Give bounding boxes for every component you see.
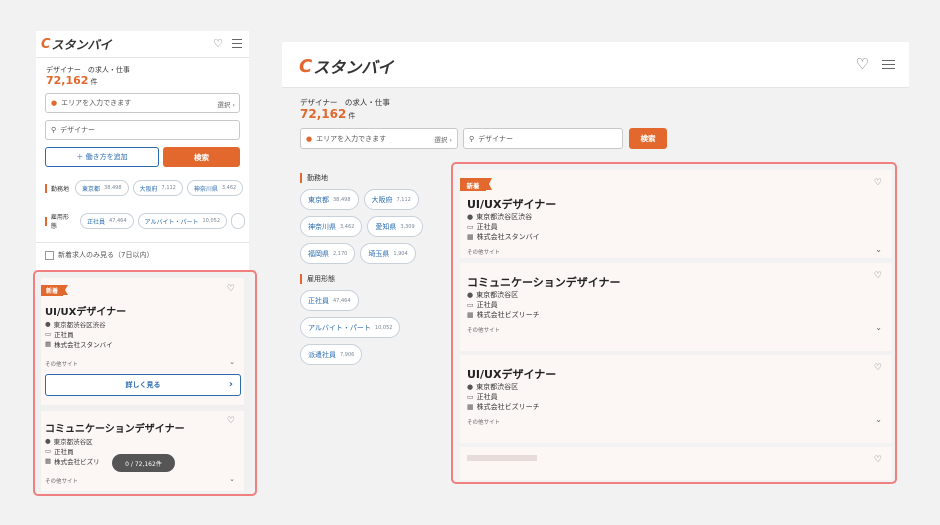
chip-fulltime[interactable]: 正社員 47,464: [300, 290, 359, 311]
logo[interactable]: C スタンバイ: [41, 36, 112, 53]
pin-icon: ●: [306, 134, 313, 143]
chip-parttime[interactable]: アルバイト・パート 10,052: [300, 317, 401, 338]
chip-osaka[interactable]: 大阪府 7,112: [363, 189, 419, 210]
chip-osaka[interactable]: 大阪府 7,112: [132, 180, 183, 196]
search-button[interactable]: 検索: [163, 147, 240, 167]
logo[interactable]: C スタンバイ: [299, 54, 393, 78]
search-icon: ⚲: [51, 126, 57, 134]
chip-tokyo[interactable]: 東京都 38,498: [75, 180, 129, 196]
employment-chips: 正社員 47,464 アルバイト・パート 10,052 派遣社員 7,906: [300, 290, 440, 371]
area-input[interactable]: ● エリアを入力できます 選択 ›: [45, 93, 240, 113]
heart-icon[interactable]: ♡: [856, 55, 869, 73]
chip-fukuoka[interactable]: 福岡県 2,170: [300, 243, 356, 264]
location-chips: 東京都 38,498 大阪府 7,112 神奈川県 3,462 愛知県 3,309 福岡…: [300, 189, 440, 270]
search-icon: ⚲: [469, 134, 475, 143]
result-count: 72,162 件: [46, 74, 98, 87]
employment-filter-row: 雇用形態 正社員 47,464 アルバイト・パート 10,052: [45, 212, 249, 230]
keyword-input[interactable]: ⚲ デザイナー: [463, 128, 623, 149]
hamburger-menu-icon[interactable]: [882, 60, 895, 72]
chip-dispatch[interactable]: 派遣社員 7,906: [300, 344, 363, 365]
area-select-link[interactable]: 選択 ›: [434, 134, 452, 144]
location-filter-label: 勤務地: [300, 173, 328, 183]
chip-kanagawa[interactable]: 神奈川県 3,462: [186, 180, 244, 196]
keyword-input[interactable]: ⚲ デザイナー: [45, 120, 240, 140]
hamburger-menu-icon[interactable]: [232, 39, 242, 51]
location-filter-row: 勤務地 東京都 38,498 大阪府 7,112 神奈川県 3,462: [45, 180, 247, 196]
chip-aichi[interactable]: 愛知県 3,309: [367, 216, 423, 237]
result-count: 72,162 件: [300, 107, 356, 121]
chip-kanagawa[interactable]: 神奈川県 3,462: [300, 216, 363, 237]
chip-saitama[interactable]: 埼玉県 1,904: [360, 243, 416, 264]
employment-filter-label: 雇用形態: [300, 274, 335, 284]
mobile-header: C スタンバイ ♡: [36, 31, 249, 58]
area-input[interactable]: ● エリアを入力できます 選択 ›: [300, 128, 458, 149]
desktop-header: C スタンバイ ♡: [282, 42, 909, 88]
chip-tokyo[interactable]: 東京都 38,498: [300, 189, 359, 210]
pager-pill: 0 / 72,162件: [112, 454, 175, 472]
chip-dispatch[interactable]: [231, 213, 245, 229]
new-only-checkbox[interactable]: 新着求人のみ見る（7日以内）: [45, 250, 153, 260]
heart-icon[interactable]: ♡: [213, 37, 223, 50]
pin-icon: ●: [51, 99, 58, 107]
highlight-frame: [451, 162, 897, 484]
add-work-style-button[interactable]: ＋ 働き方を追加: [45, 147, 159, 167]
chip-fulltime[interactable]: 正社員 47,464: [80, 213, 134, 229]
chip-parttime[interactable]: アルバイト・パート 10,052: [137, 213, 227, 229]
search-button[interactable]: 検索: [629, 128, 667, 149]
area-select-link[interactable]: 選択 ›: [217, 99, 235, 109]
